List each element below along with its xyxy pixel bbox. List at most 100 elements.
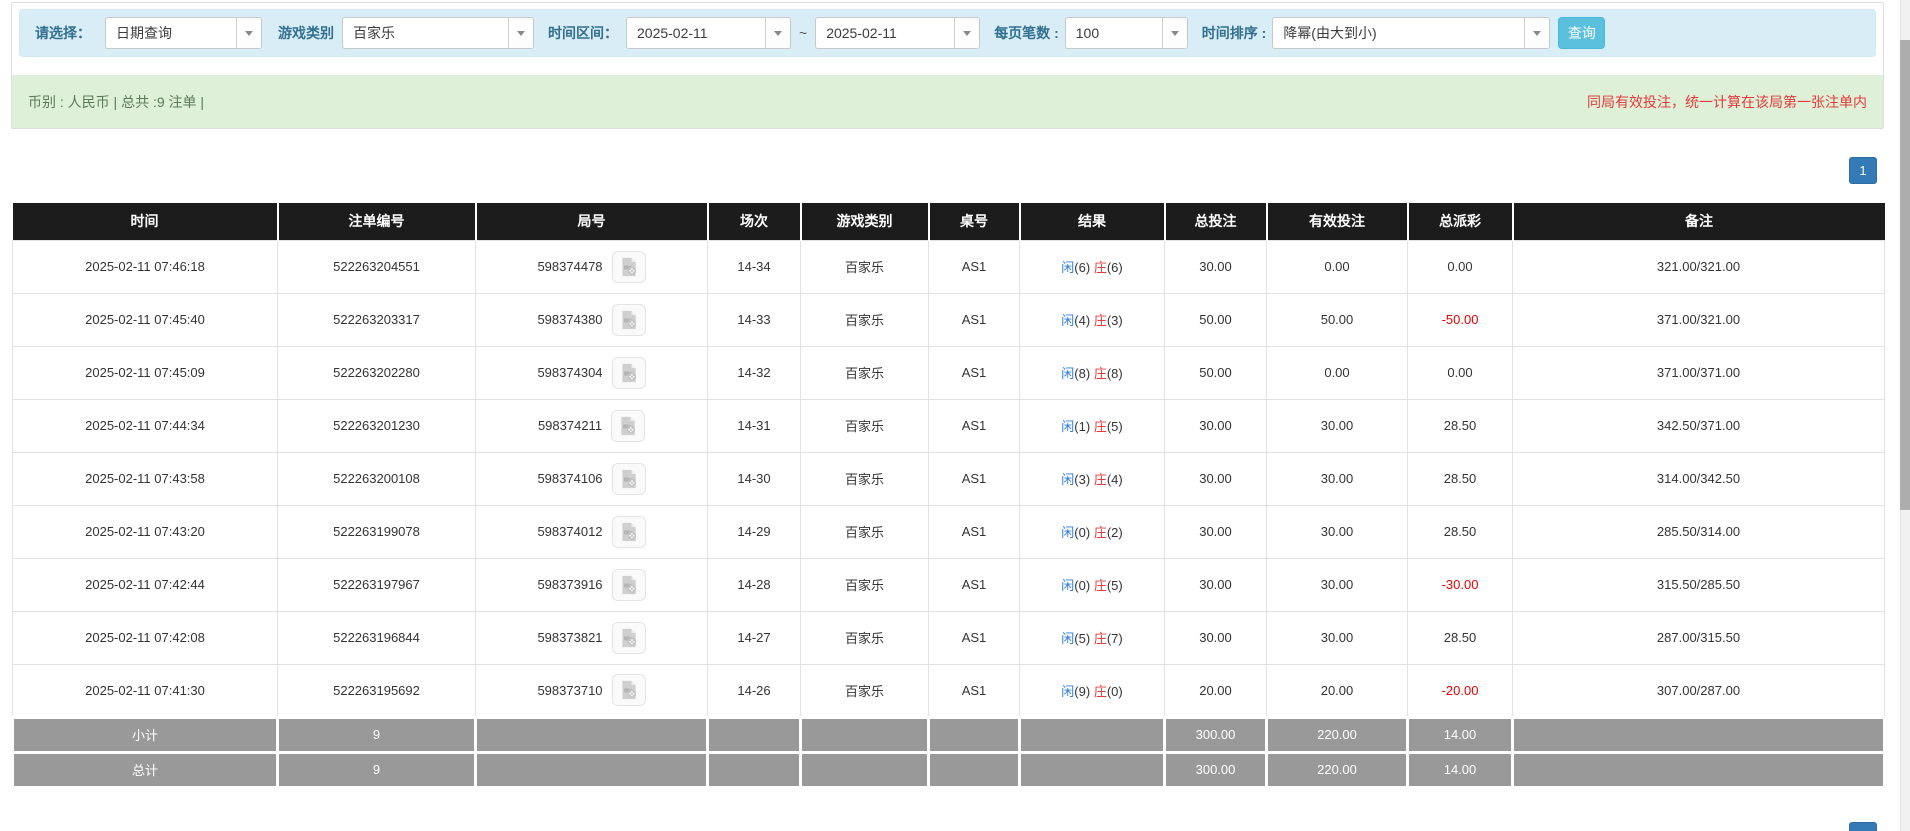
round-no-cell: 598374106 (475, 451, 708, 506)
video-replay-button[interactable] (611, 515, 646, 548)
result-cell: 闲(3) 庄(4) (1019, 451, 1165, 506)
session-cell: 14-32 (707, 345, 801, 400)
video-replay-button[interactable] (611, 462, 646, 495)
player-result-label: 闲 (1061, 313, 1075, 328)
page-size-value: 100 (1075, 25, 1100, 41)
date-from-select[interactable]: 2025-02-11 (626, 17, 791, 49)
video-replay-button[interactable] (611, 621, 646, 654)
game-type-cell: 百家乐 (800, 663, 929, 718)
result-cell: 闲(1) 庄(5) (1019, 398, 1165, 453)
total-bet-link[interactable]: 30.00 (1164, 557, 1267, 612)
table-no-cell: AS1 (928, 610, 1020, 665)
player-result-score: (9) (1074, 683, 1091, 699)
total-bet-link[interactable]: 30.00 (1164, 398, 1267, 453)
round-no-cell: 598373710 (475, 663, 708, 718)
table-row: 2025-02-11 07:41:30 522263195692 5983737… (12, 663, 1885, 718)
chevron-down-icon[interactable] (1524, 18, 1550, 48)
total-bet-link[interactable]: 30.00 (1164, 451, 1267, 506)
result-cell: 闲(9) 庄(0) (1019, 663, 1165, 718)
total-payout-cell: 28.50 (1407, 610, 1513, 665)
chevron-down-icon[interactable] (765, 18, 790, 48)
banker-result-label: 庄 (1093, 419, 1107, 434)
game-type-value: 百家乐 (353, 25, 395, 41)
table-row: 2025-02-11 07:45:40 522263203317 5983743… (12, 292, 1885, 347)
page-size-label: 每页笔数 : (994, 25, 1059, 41)
total-bet-link[interactable]: 30.00 (1164, 504, 1267, 559)
video-replay-button[interactable] (611, 674, 646, 706)
round-no-value: 598374380 (537, 312, 603, 327)
time-cell: 2025-02-11 07:44:34 (12, 398, 278, 453)
result-cell: 闲(5) 庄(7) (1019, 610, 1165, 665)
date-to-select[interactable]: 2025-02-11 (815, 17, 981, 49)
bet-no-cell: 522263197967 (277, 557, 476, 612)
col-header-session: 场次 (706, 203, 801, 240)
banker-result-label: 庄 (1093, 578, 1107, 593)
session-cell: 14-29 (707, 504, 801, 559)
banker-result-label: 庄 (1093, 472, 1107, 487)
round-no-value: 598374478 (537, 259, 603, 274)
banker-result-label: 庄 (1093, 631, 1107, 646)
valid-bet-cell: 30.00 (1266, 557, 1408, 612)
game-type-select[interactable]: 百家乐 (342, 17, 534, 49)
page-size-select[interactable]: 100 (1064, 17, 1188, 49)
round-no-value: 598373916 (537, 577, 603, 592)
banker-result-score: (3) (1106, 313, 1123, 328)
chevron-down-icon[interactable] (954, 18, 980, 48)
valid-bet-cell: 50.00 (1266, 292, 1408, 347)
grand-total-total-bet: 300.00 (1163, 750, 1268, 789)
grand-total-row: 总计 9 300.00 220.00 14.00 (11, 750, 1886, 789)
video-replay-button[interactable] (611, 568, 646, 601)
total-bet-link[interactable]: 50.00 (1164, 345, 1267, 400)
total-bet-link[interactable]: 50.00 (1164, 292, 1267, 347)
video-replay-button[interactable] (611, 409, 646, 442)
game-type-cell: 百家乐 (800, 345, 929, 400)
round-no-cell: 598374211 (475, 398, 708, 453)
game-type-cell: 百家乐 (800, 557, 929, 612)
video-replay-button[interactable] (611, 356, 646, 389)
scrollbar-thumb[interactable] (1900, 40, 1910, 510)
video-replay-button[interactable] (611, 250, 646, 283)
player-result-score: (1) (1074, 419, 1091, 434)
pagination-page-1-top[interactable]: 1 (1849, 157, 1877, 184)
game-type-cell: 百家乐 (800, 610, 929, 665)
vertical-scrollbar[interactable] (1900, 0, 1910, 831)
tilde-separator: ~ (799, 25, 808, 41)
banker-result-score: (4) (1106, 472, 1123, 487)
chevron-down-icon[interactable] (508, 18, 533, 48)
chevron-down-icon[interactable] (236, 18, 261, 48)
total-bet-link[interactable]: 30.00 (1164, 610, 1267, 665)
banker-result-label: 庄 (1093, 525, 1107, 540)
col-header-bet-no: 注单编号 (276, 203, 476, 240)
date-to-value: 2025-02-11 (826, 25, 897, 41)
player-result-label: 闲 (1061, 260, 1075, 275)
total-bet-link[interactable]: 30.00 (1164, 239, 1267, 294)
subtotal-count: 9 (276, 715, 477, 754)
game-type-label: 游戏类别 (278, 25, 334, 41)
valid-bet-cell: 20.00 (1266, 663, 1408, 718)
bet-no-cell: 522263199078 (277, 504, 476, 559)
valid-bet-notice: 同局有效投注，统一计算在该局第一张注单内 (1587, 94, 1867, 110)
sort-order-select[interactable]: 降幂(由大到小) (1272, 17, 1551, 49)
col-header-game-type: 游戏类别 (799, 203, 929, 240)
banker-result-label: 庄 (1093, 313, 1107, 328)
total-payout-cell: 28.50 (1407, 398, 1513, 453)
time-cell: 2025-02-11 07:42:08 (12, 610, 278, 665)
valid-bet-cell: 0.00 (1266, 345, 1408, 400)
player-result-label: 闲 (1061, 525, 1075, 540)
time-cell: 2025-02-11 07:41:30 (12, 663, 278, 718)
table-no-cell: AS1 (928, 345, 1020, 400)
total-bet-link[interactable]: 20.00 (1164, 663, 1267, 718)
session-cell: 14-27 (707, 610, 801, 665)
banker-result-score: (5) (1106, 578, 1123, 593)
video-replay-button[interactable] (611, 303, 646, 336)
round-no-value: 598373821 (537, 630, 603, 645)
sort-order-label: 时间排序 : (1201, 25, 1267, 41)
query-type-select[interactable]: 日期查询 (105, 17, 262, 49)
pagination-page-1-bottom[interactable]: 1 (1849, 822, 1877, 831)
round-no-value: 598374106 (537, 471, 603, 486)
query-type-label: 请选择： (35, 25, 91, 41)
search-button[interactable]: 查询 (1558, 17, 1606, 49)
remark-cell: 321.00/321.00 (1512, 239, 1885, 294)
banker-result-label: 庄 (1093, 260, 1107, 275)
chevron-down-icon[interactable] (1161, 18, 1187, 48)
